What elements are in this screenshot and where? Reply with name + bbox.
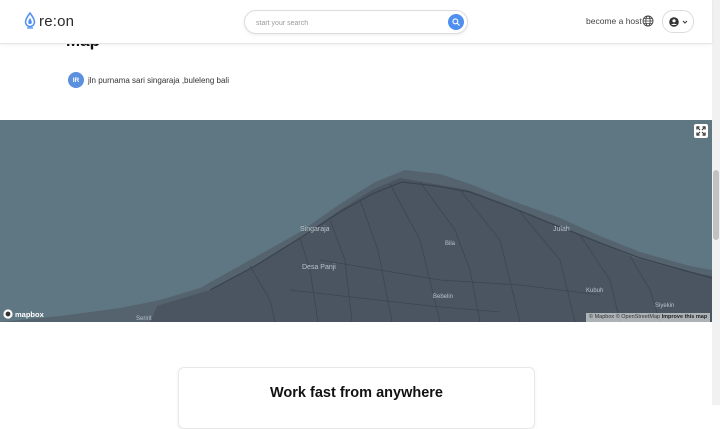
improve-map-link[interactable]: Improve this map: [662, 314, 708, 320]
map-label-bebelin: Bebelin: [433, 294, 454, 300]
address-text: jln purnama sari singaraja ,buleleng bal…: [88, 75, 229, 85]
user-avatar-icon: [668, 16, 679, 27]
map-attribution: © Mapbox © OpenStreetMap Improve this ma…: [586, 313, 711, 322]
map-label-julah: Julah: [553, 226, 570, 233]
search-icon: [452, 18, 460, 26]
mapbox-icon: [3, 309, 13, 319]
chevron-down-icon: [682, 20, 687, 24]
logo-drop-icon: [24, 12, 36, 29]
page-scrollbar[interactable]: [712, 0, 720, 405]
address-badge: IR: [68, 72, 84, 88]
map-label-seririt: Seririt: [136, 316, 152, 322]
map-terrain: [0, 170, 712, 322]
scrollbar-thumb[interactable]: [713, 170, 719, 240]
work-anywhere-card: Work fast from anywhere: [178, 367, 535, 429]
map-label-kubuh: Kubuh: [586, 288, 604, 294]
map-label-siyekin: Siyekin: [655, 303, 675, 309]
globe-icon[interactable]: [642, 15, 654, 27]
mapbox-logo[interactable]: mapbox: [3, 309, 44, 319]
osm-attribution-link[interactable]: © OpenStreetMap: [616, 314, 660, 320]
fullscreen-button[interactable]: [694, 124, 708, 138]
mapbox-logo-text: mapbox: [15, 309, 44, 319]
logo[interactable]: re:on: [24, 10, 74, 32]
map-label-singaraja: Singaraja: [300, 226, 330, 233]
map-label-bila: Bila: [445, 241, 456, 247]
fullscreen-icon: [696, 126, 706, 136]
search-bar[interactable]: [244, 10, 468, 34]
search-button[interactable]: [448, 14, 464, 30]
mapbox-attribution-link[interactable]: © Mapbox: [589, 314, 614, 320]
search-input[interactable]: [254, 14, 438, 32]
top-navigation-bar: re:on become a host: [0, 0, 712, 44]
user-menu-button[interactable]: [662, 10, 694, 33]
address-row: IR jln purnama sari singaraja ,buleleng …: [68, 72, 229, 88]
become-a-host-link[interactable]: become a host: [586, 16, 642, 26]
logo-text: re:on: [39, 12, 75, 30]
card-title: Work fast from anywhere: [270, 385, 443, 401]
map-label-desa-panji: Desa Panji: [302, 264, 336, 271]
map-view[interactable]: Singaraja Desa Panji Bila Julah Bebelin …: [0, 120, 712, 322]
